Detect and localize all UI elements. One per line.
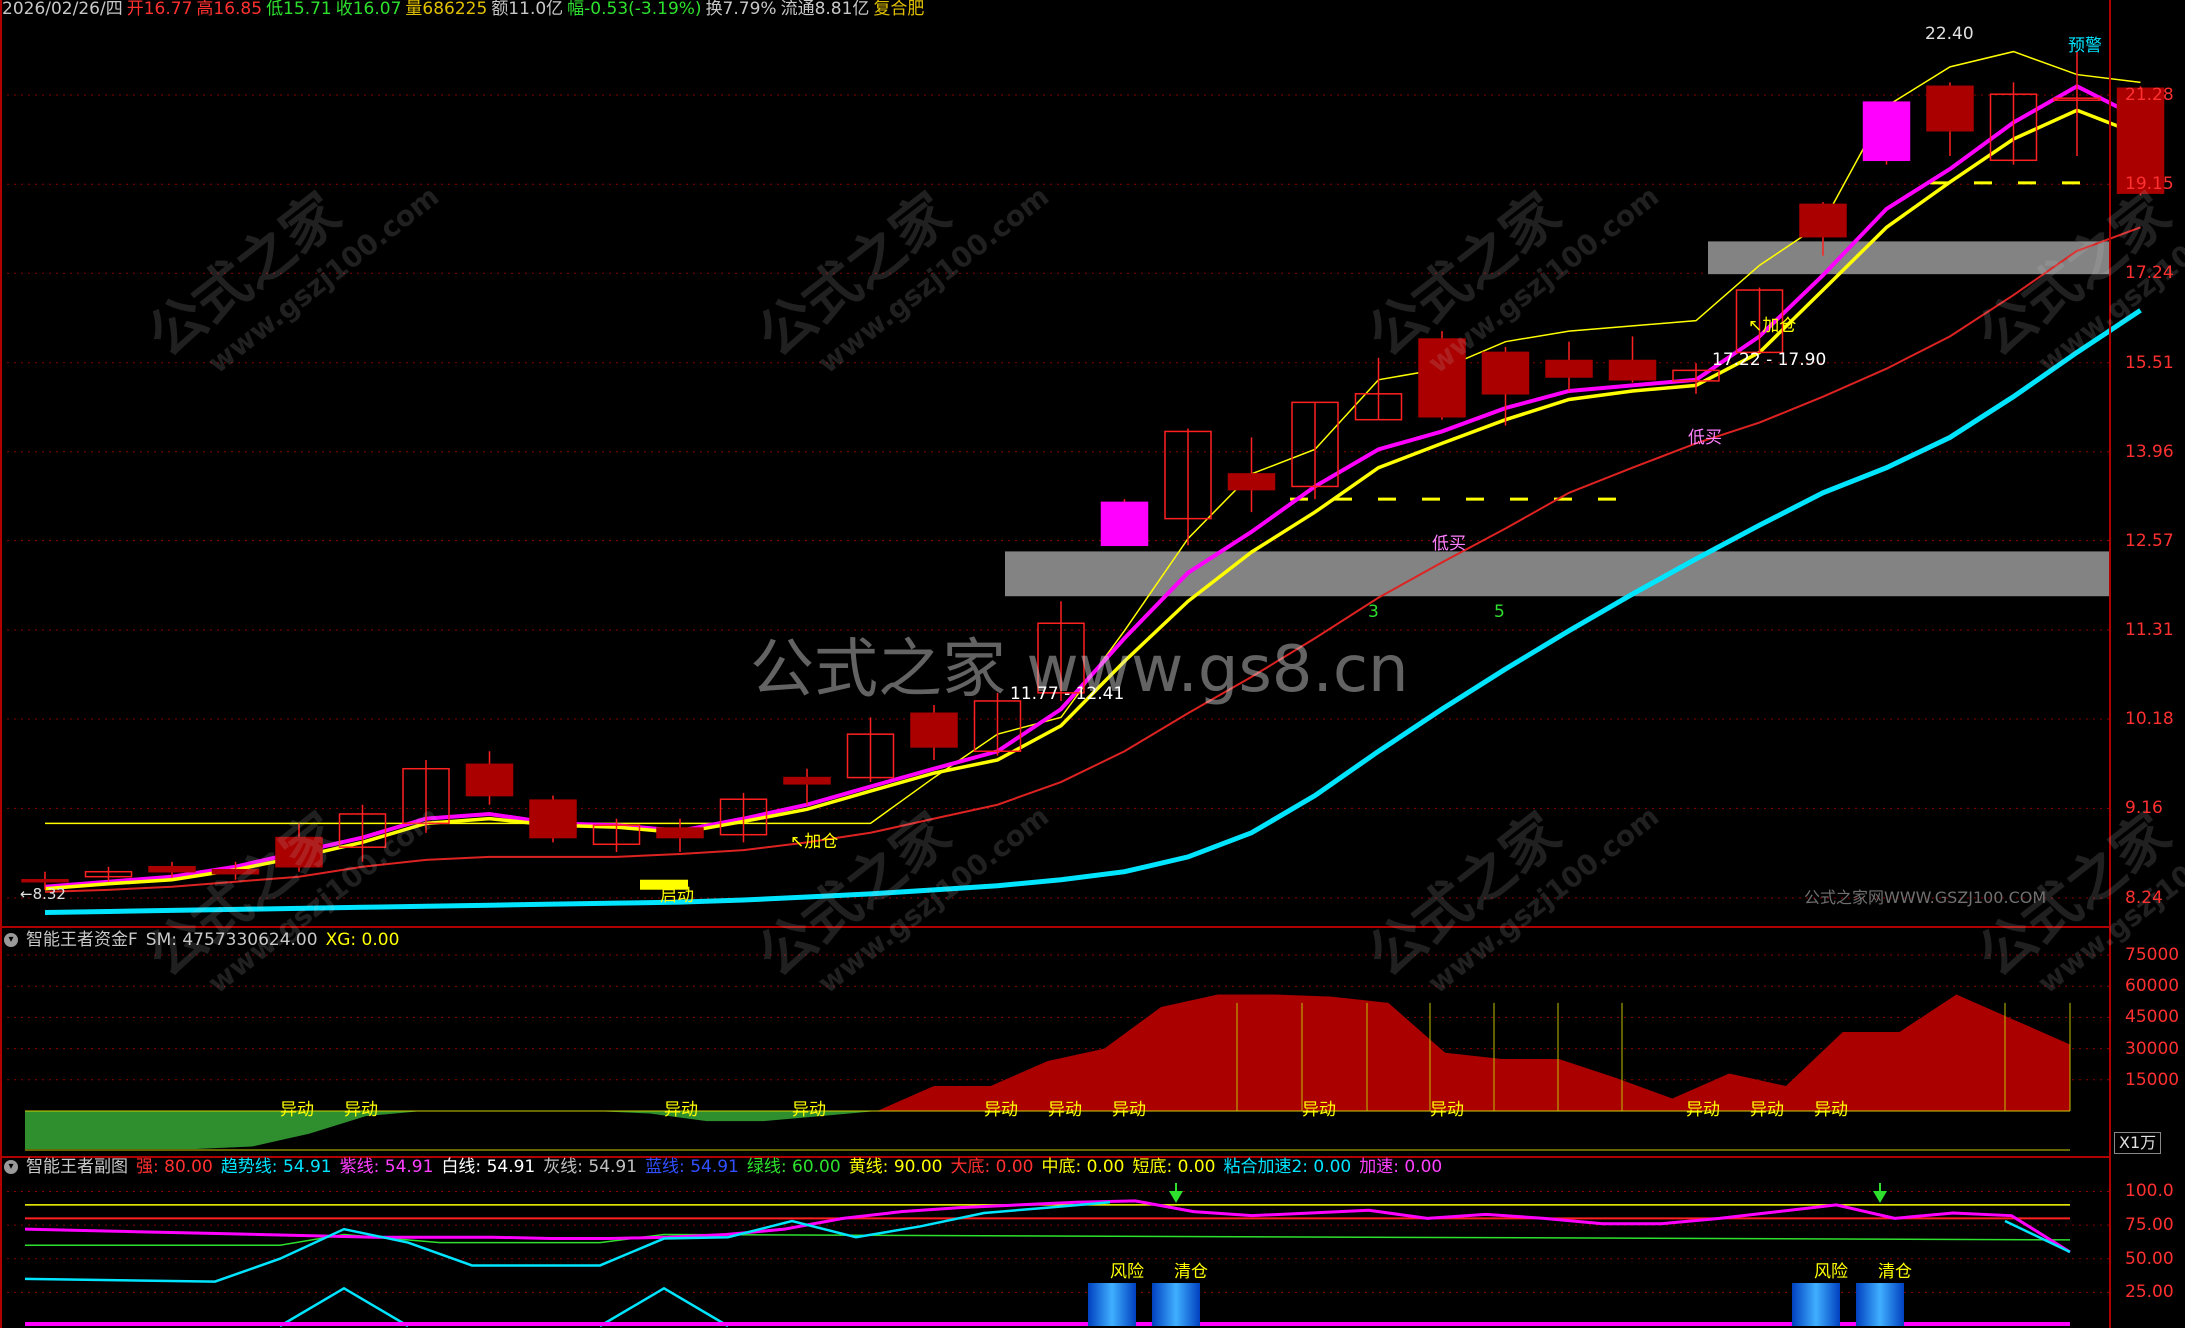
candle-down bbox=[1799, 203, 1847, 238]
short-bottom-value: 短底: 0.00 bbox=[1132, 1157, 1216, 1177]
big-bottom-value: 大底: 0.00 bbox=[950, 1157, 1034, 1177]
candle-up bbox=[1100, 501, 1149, 547]
candle-down bbox=[529, 799, 577, 839]
trend-value: 趋势线: 54.91 bbox=[220, 1157, 332, 1177]
capital-panel-title[interactable]: 智能王者资金F bbox=[26, 930, 138, 950]
clear-label-2: 清仓 bbox=[1878, 1262, 1912, 1282]
collapse-icon[interactable]: ▾ bbox=[4, 933, 18, 947]
signal-bar bbox=[1088, 1283, 1136, 1326]
candle-down bbox=[1926, 85, 1974, 132]
warning-label: 预警 bbox=[2068, 36, 2102, 56]
candle-down bbox=[1481, 351, 1530, 395]
cyan-trend-line bbox=[2004, 1219, 2071, 1254]
sub-tick: 100.0 bbox=[2125, 1181, 2174, 1202]
low-buy-label-1: 低买 bbox=[1688, 428, 1722, 448]
yidong-label: 异动 bbox=[792, 1100, 826, 1120]
risk-label-2: 风险 bbox=[1814, 1262, 1848, 1282]
signal-bar bbox=[1792, 1283, 1840, 1326]
price-tick: 12.57 bbox=[2125, 530, 2174, 551]
yidong-label: 异动 bbox=[984, 1100, 1018, 1120]
candle-down bbox=[465, 763, 514, 797]
clear-label-1: 清仓 bbox=[1174, 1262, 1208, 1282]
down-arrow-icon bbox=[1169, 1191, 1183, 1203]
accel2-value: 粘合加速2: 0.00 bbox=[1223, 1157, 1352, 1177]
gray-value: 灰线: 54.91 bbox=[543, 1157, 638, 1177]
yidong-label: 异动 bbox=[344, 1100, 378, 1120]
capital-tick: 75000 bbox=[2125, 945, 2180, 965]
capital-area bbox=[0, 954, 2110, 1151]
stock-chart-window: 2026/02/26/四 开16.77 高16.85 低15.71 收16.07 量686… bbox=[0, 0, 2185, 1328]
cyan-spike bbox=[279, 1286, 409, 1328]
low-buy-label-2: 低买 bbox=[1432, 534, 1466, 554]
capital-inflow-area bbox=[25, 994, 2070, 1111]
price-tick: 9.16 bbox=[2125, 798, 2163, 819]
low-price-mark: ←8.32 bbox=[20, 885, 66, 903]
cyan-spike bbox=[599, 1286, 729, 1328]
sub-tick: 75.00 bbox=[2125, 1215, 2174, 1236]
candle-down bbox=[783, 776, 831, 785]
source-watermark: 公式之家网WWW.GSZJ100.COM bbox=[1804, 888, 2047, 907]
signal-bar bbox=[1152, 1283, 1200, 1326]
yidong-label: 异动 bbox=[1048, 1100, 1082, 1120]
xg-value: XG: 0.00 bbox=[325, 930, 400, 950]
risk-label-1: 风险 bbox=[1110, 1262, 1144, 1282]
purple-value: 紫线: 54.91 bbox=[339, 1157, 434, 1177]
sub-tick: 25.00 bbox=[2125, 1282, 2174, 1303]
start-label: 启动 bbox=[660, 886, 694, 906]
price-tick: 21.28 bbox=[2125, 85, 2174, 105]
candle-down bbox=[21, 878, 69, 883]
yidong-label: 异动 bbox=[280, 1100, 314, 1120]
candle-down bbox=[656, 827, 704, 839]
yellow-value: 黄线: 90.00 bbox=[848, 1157, 943, 1177]
price-tick: 11.31 bbox=[2125, 619, 2174, 640]
yidong-label: 异动 bbox=[1750, 1100, 1784, 1120]
sub-indicator bbox=[0, 1183, 2110, 1328]
price-tick: 19.15 bbox=[2125, 174, 2174, 195]
down-arrow-icon bbox=[1873, 1191, 1887, 1203]
price-tick: 17.24 bbox=[2125, 263, 2174, 284]
price-tick: 13.96 bbox=[2125, 441, 2174, 462]
mid-bottom-value: 中底: 0.00 bbox=[1041, 1157, 1125, 1177]
range-label-1: 17.22 - 17.90 bbox=[1712, 350, 1827, 370]
yidong-label: 异动 bbox=[1430, 1100, 1464, 1120]
accel-value: 加速: 0.00 bbox=[1359, 1157, 1443, 1177]
count-label-3: 3 bbox=[1368, 602, 1379, 622]
range-label-2: 11.77 - 12.41 bbox=[1010, 684, 1125, 704]
candle-down bbox=[148, 865, 196, 873]
capital-tick: 15000 bbox=[2125, 1069, 2180, 1090]
white-value: 白线: 54.91 bbox=[441, 1157, 536, 1177]
price-tick: 10.18 bbox=[2125, 709, 2174, 730]
yidong-label: 异动 bbox=[1686, 1100, 1720, 1120]
count-label-5: 5 bbox=[1494, 602, 1505, 622]
capital-panel-header: ▾ 智能王者资金F SM: 4757330624.00 XG: 0.00 bbox=[4, 930, 407, 950]
capital-tick: 60000 bbox=[2125, 976, 2180, 997]
yidong-label: 异动 bbox=[1112, 1100, 1146, 1120]
collapse-icon[interactable]: ▾ bbox=[4, 1160, 18, 1174]
strong-value: 强: 80.00 bbox=[136, 1157, 213, 1177]
price-tick: 8.24 bbox=[2125, 888, 2163, 908]
candle-down bbox=[1227, 473, 1276, 491]
sub-panel-title[interactable]: 智能王者副图 bbox=[26, 1157, 128, 1177]
sub-panel-header: ▾ 智能王者副图 强: 80.00 趋势线: 54.91 紫线: 54.91 白线: 54… bbox=[4, 1157, 1450, 1177]
sm-value: SM: 4757330624.00 bbox=[145, 930, 318, 950]
yidong-label: 异动 bbox=[664, 1100, 698, 1120]
blue-value: 蓝线: 54.91 bbox=[645, 1157, 739, 1177]
add-position-label-2: ↖加仓 bbox=[790, 832, 839, 852]
candle-down bbox=[910, 712, 958, 748]
price-tick: 15.51 bbox=[2125, 352, 2174, 373]
green-value: 绿线: 60.00 bbox=[746, 1157, 841, 1177]
candle-up bbox=[1862, 101, 1911, 162]
peak-price-label: 22.40 bbox=[1925, 24, 1974, 44]
add-position-label-1: ↖加仓 bbox=[1748, 316, 1797, 336]
candle-down bbox=[1545, 359, 1593, 378]
capital-tick: 30000 bbox=[2125, 1038, 2180, 1059]
yidong-label: 异动 bbox=[1814, 1100, 1848, 1120]
signal-bar bbox=[1856, 1283, 1904, 1326]
capital-tick: 45000 bbox=[2125, 1007, 2180, 1028]
candle-down bbox=[1608, 359, 1657, 381]
unit-label[interactable]: X1万 bbox=[2114, 1132, 2162, 1154]
sub-tick: 50.00 bbox=[2125, 1248, 2174, 1269]
yidong-label: 异动 bbox=[1302, 1100, 1336, 1120]
